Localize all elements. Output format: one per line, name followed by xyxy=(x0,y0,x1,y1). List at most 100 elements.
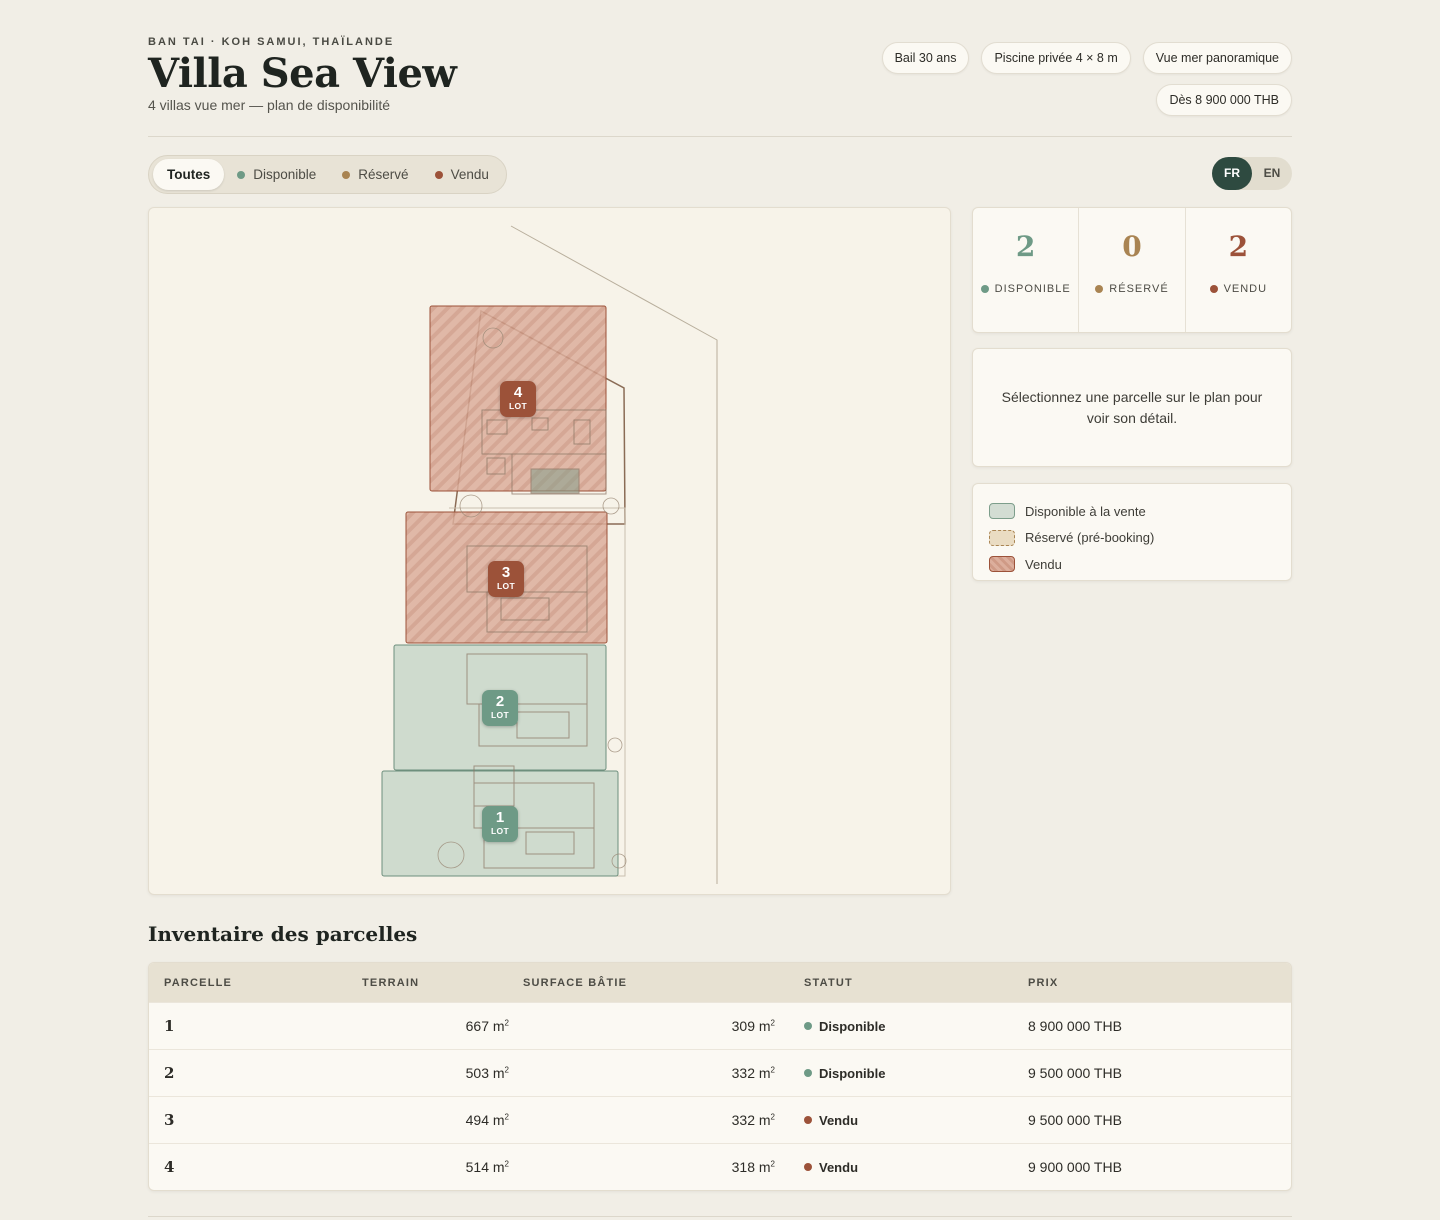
page-title: Villa Sea View xyxy=(148,50,457,97)
legend-available: Disponible à la vente xyxy=(989,498,1275,525)
reserved-dot-icon xyxy=(342,170,351,179)
col-built: SURFACE BÂTIE xyxy=(523,976,628,989)
parcel-number: 2 xyxy=(164,1064,175,1082)
lot-4-badge[interactable]: 4 LOT xyxy=(500,381,536,417)
page-subtitle: 4 villas vue mer — plan de disponibilité xyxy=(148,97,391,113)
status-text: Disponible xyxy=(819,1018,886,1034)
location-eyebrow: BAN TAI · KOH SAMUI, THAÏLANDE xyxy=(148,36,395,48)
available-swatch-icon xyxy=(989,503,1015,520)
available-dot-icon xyxy=(237,170,246,179)
table-row[interactable]: 1 667 m2 309 m2 Disponible 8 900 000 THB xyxy=(149,1002,1291,1049)
stat-available-count: 2 xyxy=(1015,230,1036,263)
lot-3-badge[interactable]: 3 LOT xyxy=(488,561,524,597)
price: 9 500 000 THB xyxy=(1028,1112,1122,1128)
filter-reserved[interactable]: Réservé xyxy=(329,159,421,190)
chip-pool: Piscine privée 4 × 8 m xyxy=(981,42,1131,74)
stat-reserved-label: RÉSERVÉ xyxy=(1109,283,1169,295)
reserved-dot-icon xyxy=(1095,285,1104,293)
table-row[interactable]: 3 494 m2 332 m2 Vendu 9 500 000 THB xyxy=(149,1096,1291,1143)
lot-2-label: LOT xyxy=(491,710,509,720)
land-area: 514 m2 xyxy=(465,1159,509,1175)
status-dot-icon xyxy=(804,1163,812,1171)
built-area-value: 332 m xyxy=(731,1112,771,1128)
stat-reserved-count: 0 xyxy=(1122,230,1142,263)
language-switcher: FR EN xyxy=(1212,157,1292,190)
built-area-value: 332 m xyxy=(731,1065,771,1081)
lot-1-label: LOT xyxy=(491,826,509,836)
price: 9 900 000 THB xyxy=(1028,1159,1122,1175)
legend-reserved-label: Réservé (pré-booking) xyxy=(1025,530,1155,546)
lot-3-label: LOT xyxy=(497,581,515,591)
built-area: 318 m2 xyxy=(731,1159,775,1175)
table-row[interactable]: 4 514 m2 318 m2 Vendu 9 900 000 THB xyxy=(149,1143,1291,1190)
stat-sold-count: 2 xyxy=(1228,230,1249,263)
site-plan-map: 4 LOT 3 LOT 2 LOT 1 LOT xyxy=(148,207,951,895)
status-text: Vendu xyxy=(819,1159,859,1175)
status-filter: Toutes Disponible Réservé Vendu xyxy=(148,155,507,194)
reserved-swatch-icon xyxy=(989,529,1015,546)
parcel-number: 4 xyxy=(164,1158,175,1176)
land-area-value: 503 m xyxy=(465,1065,505,1081)
lot-4-label: LOT xyxy=(509,401,527,411)
lot-1-badge[interactable]: 1 LOT xyxy=(482,806,518,842)
table-header: PARCELLE TERRAIN SURFACE BÂTIE STATUT PR… xyxy=(149,963,1291,1002)
land-area: 503 m2 xyxy=(465,1065,509,1081)
stat-sold-label: VENDU xyxy=(1223,283,1268,295)
legend-sold-label: Vendu xyxy=(1025,556,1062,572)
land-area: 667 m2 xyxy=(465,1018,509,1034)
land-area-value: 667 m xyxy=(465,1018,505,1034)
built-area: 332 m2 xyxy=(731,1065,775,1081)
built-area: 332 m2 xyxy=(731,1112,775,1128)
sold-dot-icon xyxy=(1209,285,1218,293)
price: 9 500 000 THB xyxy=(1028,1065,1122,1081)
col-status: STATUT xyxy=(804,976,853,989)
status-badge: Disponible xyxy=(775,1066,1028,1081)
chip-price-from: Dès 8 900 000 THB xyxy=(1156,84,1292,116)
footer-divider xyxy=(148,1216,1292,1217)
filter-all[interactable]: Toutes xyxy=(153,159,225,190)
sold-swatch-icon xyxy=(989,556,1015,573)
lot-2-badge[interactable]: 2 LOT xyxy=(482,690,518,726)
lot-1-number: 1 xyxy=(495,809,505,826)
site-plan-drawing xyxy=(381,225,718,884)
stat-sold: 2 VENDU xyxy=(1184,208,1291,332)
map-legend: Disponible à la vente Réservé (pré-booki… xyxy=(972,483,1292,581)
legend-sold: Vendu xyxy=(989,551,1275,578)
parcel-number: 3 xyxy=(164,1111,175,1129)
inventory-table: PARCELLE TERRAIN SURFACE BÂTIE STATUT PR… xyxy=(148,962,1292,1191)
status-text: Vendu xyxy=(819,1112,859,1128)
status-badge: Disponible xyxy=(775,1019,1028,1034)
land-area-value: 494 m xyxy=(465,1112,505,1128)
inventory-title: Inventaire des parcelles xyxy=(148,922,418,946)
table-row[interactable]: 2 503 m2 332 m2 Disponible 9 500 000 THB xyxy=(149,1049,1291,1096)
lang-fr-button[interactable]: FR xyxy=(1212,157,1252,190)
stat-available-label: DISPONIBLE xyxy=(994,283,1071,295)
built-area: 309 m2 xyxy=(731,1018,775,1034)
header-divider xyxy=(148,136,1292,137)
filter-reserved-label: Réservé xyxy=(358,167,409,182)
col-price: PRIX xyxy=(1028,976,1059,989)
lang-en-button[interactable]: EN xyxy=(1252,157,1292,190)
available-dot-icon xyxy=(980,285,989,293)
col-land: TERRAIN xyxy=(362,976,420,989)
land-area-value: 514 m xyxy=(465,1159,505,1175)
stat-available: 2 DISPONIBLE xyxy=(973,208,1078,332)
filter-sold[interactable]: Vendu xyxy=(422,159,502,190)
col-parcel: PARCELLE xyxy=(164,976,233,989)
built-area-value: 318 m xyxy=(731,1159,771,1175)
stat-reserved: 0 RÉSERVÉ xyxy=(1078,208,1184,332)
parcel-number: 1 xyxy=(164,1017,175,1035)
parcel-detail-placeholder: Sélectionnez une parcelle sur le plan po… xyxy=(972,348,1292,467)
status-badge: Vendu xyxy=(775,1160,1028,1175)
lot-4-number: 4 xyxy=(513,384,523,401)
filter-available-label: Disponible xyxy=(253,167,317,182)
legend-available-label: Disponible à la vente xyxy=(1025,503,1146,519)
legend-reserved: Réservé (pré-booking) xyxy=(989,525,1275,552)
chip-sea-view: Vue mer panoramique xyxy=(1142,42,1292,74)
status-badge: Vendu xyxy=(775,1113,1028,1128)
filter-available[interactable]: Disponible xyxy=(224,159,329,190)
lot-2-number: 2 xyxy=(495,693,505,710)
sold-dot-icon xyxy=(434,170,443,179)
status-text: Disponible xyxy=(819,1065,886,1081)
filter-sold-label: Vendu xyxy=(450,167,489,182)
